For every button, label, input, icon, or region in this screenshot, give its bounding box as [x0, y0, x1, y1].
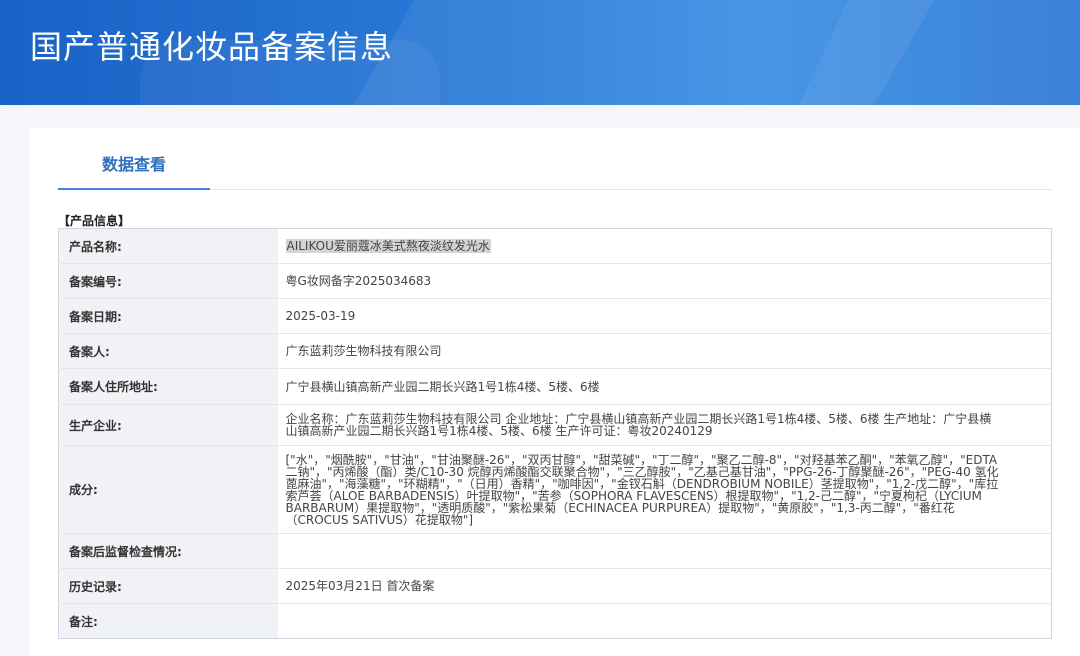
- table-row: 生产企业: 企业名称：广东蓝莉莎生物科技有限公司 企业地址：广宁县横山镇高新产业…: [58, 404, 1052, 446]
- row-label: 备案编号:: [58, 263, 278, 299]
- row-label: 成分:: [58, 445, 278, 534]
- row-label: 备案人:: [58, 333, 278, 369]
- row-label: 备案人住所地址:: [58, 368, 278, 405]
- remarks-value: [278, 604, 1052, 639]
- manufacturer-value: 企业名称：广东蓝莉莎生物科技有限公司 企业地址：广宁县横山镇高新产业园二期长兴路…: [277, 404, 1052, 446]
- highlighted-text: AILIKOU爱丽蔻冰美式熬夜淡纹发光水: [285, 239, 491, 253]
- product-info-table: 产品名称: AILIKOU爱丽蔻冰美式熬夜淡纹发光水 备案编号: 粤G妆网备字2…: [58, 228, 1052, 639]
- table-row: 产品名称: AILIKOU爱丽蔻冰美式熬夜淡纹发光水: [58, 228, 1052, 264]
- tab-bar: 数据查看: [58, 128, 1052, 190]
- row-label: 备案日期:: [58, 298, 278, 334]
- filing-date-value: 2025-03-19: [277, 298, 1052, 334]
- supervision-value: [277, 533, 1052, 569]
- ingredients-value: ["水"，"烟酰胺"，"甘油"，"甘油聚醚-26"，"双丙甘醇"，"甜菜碱"，"…: [277, 445, 1052, 534]
- row-label: 备案后监督检查情况:: [58, 533, 278, 569]
- table-row: 备案编号: 粤G妆网备字2025034683: [58, 263, 1052, 299]
- row-label: 历史记录:: [58, 568, 278, 604]
- table-row: 历史记录: 2025年03月21日 首次备案: [58, 568, 1052, 604]
- row-label: 备注:: [58, 603, 278, 639]
- table-row: 备案人: 广东蓝莉莎生物科技有限公司: [58, 333, 1052, 369]
- history-value: 2025年03月21日 首次备案: [277, 568, 1052, 604]
- row-label: 产品名称:: [58, 228, 278, 264]
- table-row: 备案人住所地址: 广宁县横山镇高新产业园二期长兴路1号1栋4楼、5楼、6楼: [58, 368, 1052, 405]
- filer-value: 广东蓝莉莎生物科技有限公司: [277, 333, 1052, 369]
- filer-address-value: 广宁县横山镇高新产业园二期长兴路1号1栋4楼、5楼、6楼: [277, 368, 1052, 405]
- tab-data-view[interactable]: 数据查看: [58, 128, 210, 190]
- table-row: 备案日期: 2025-03-19: [58, 298, 1052, 334]
- product-name-value: AILIKOU爱丽蔻冰美式熬夜淡纹发光水: [277, 228, 1052, 264]
- table-row: 备注:: [58, 603, 1052, 639]
- section-title: 【产品信息】: [58, 214, 131, 228]
- table-row: 成分: ["水"，"烟酰胺"，"甘油"，"甘油聚醚-26"，"双丙甘醇"，"甜菜…: [58, 445, 1052, 534]
- table-row: 备案后监督检查情况:: [58, 533, 1052, 569]
- content-panel: 数据查看 【产品信息】 产品名称: AILIKOU爱丽蔻冰美式熬夜淡纹发光水 备…: [30, 128, 1080, 656]
- header-banner: 国产普通化妆品备案信息: [0, 0, 1080, 105]
- page-title: 国产普通化妆品备案信息: [30, 28, 394, 66]
- filing-number-value: 粤G妆网备字2025034683: [277, 263, 1052, 299]
- row-label: 生产企业:: [58, 404, 278, 446]
